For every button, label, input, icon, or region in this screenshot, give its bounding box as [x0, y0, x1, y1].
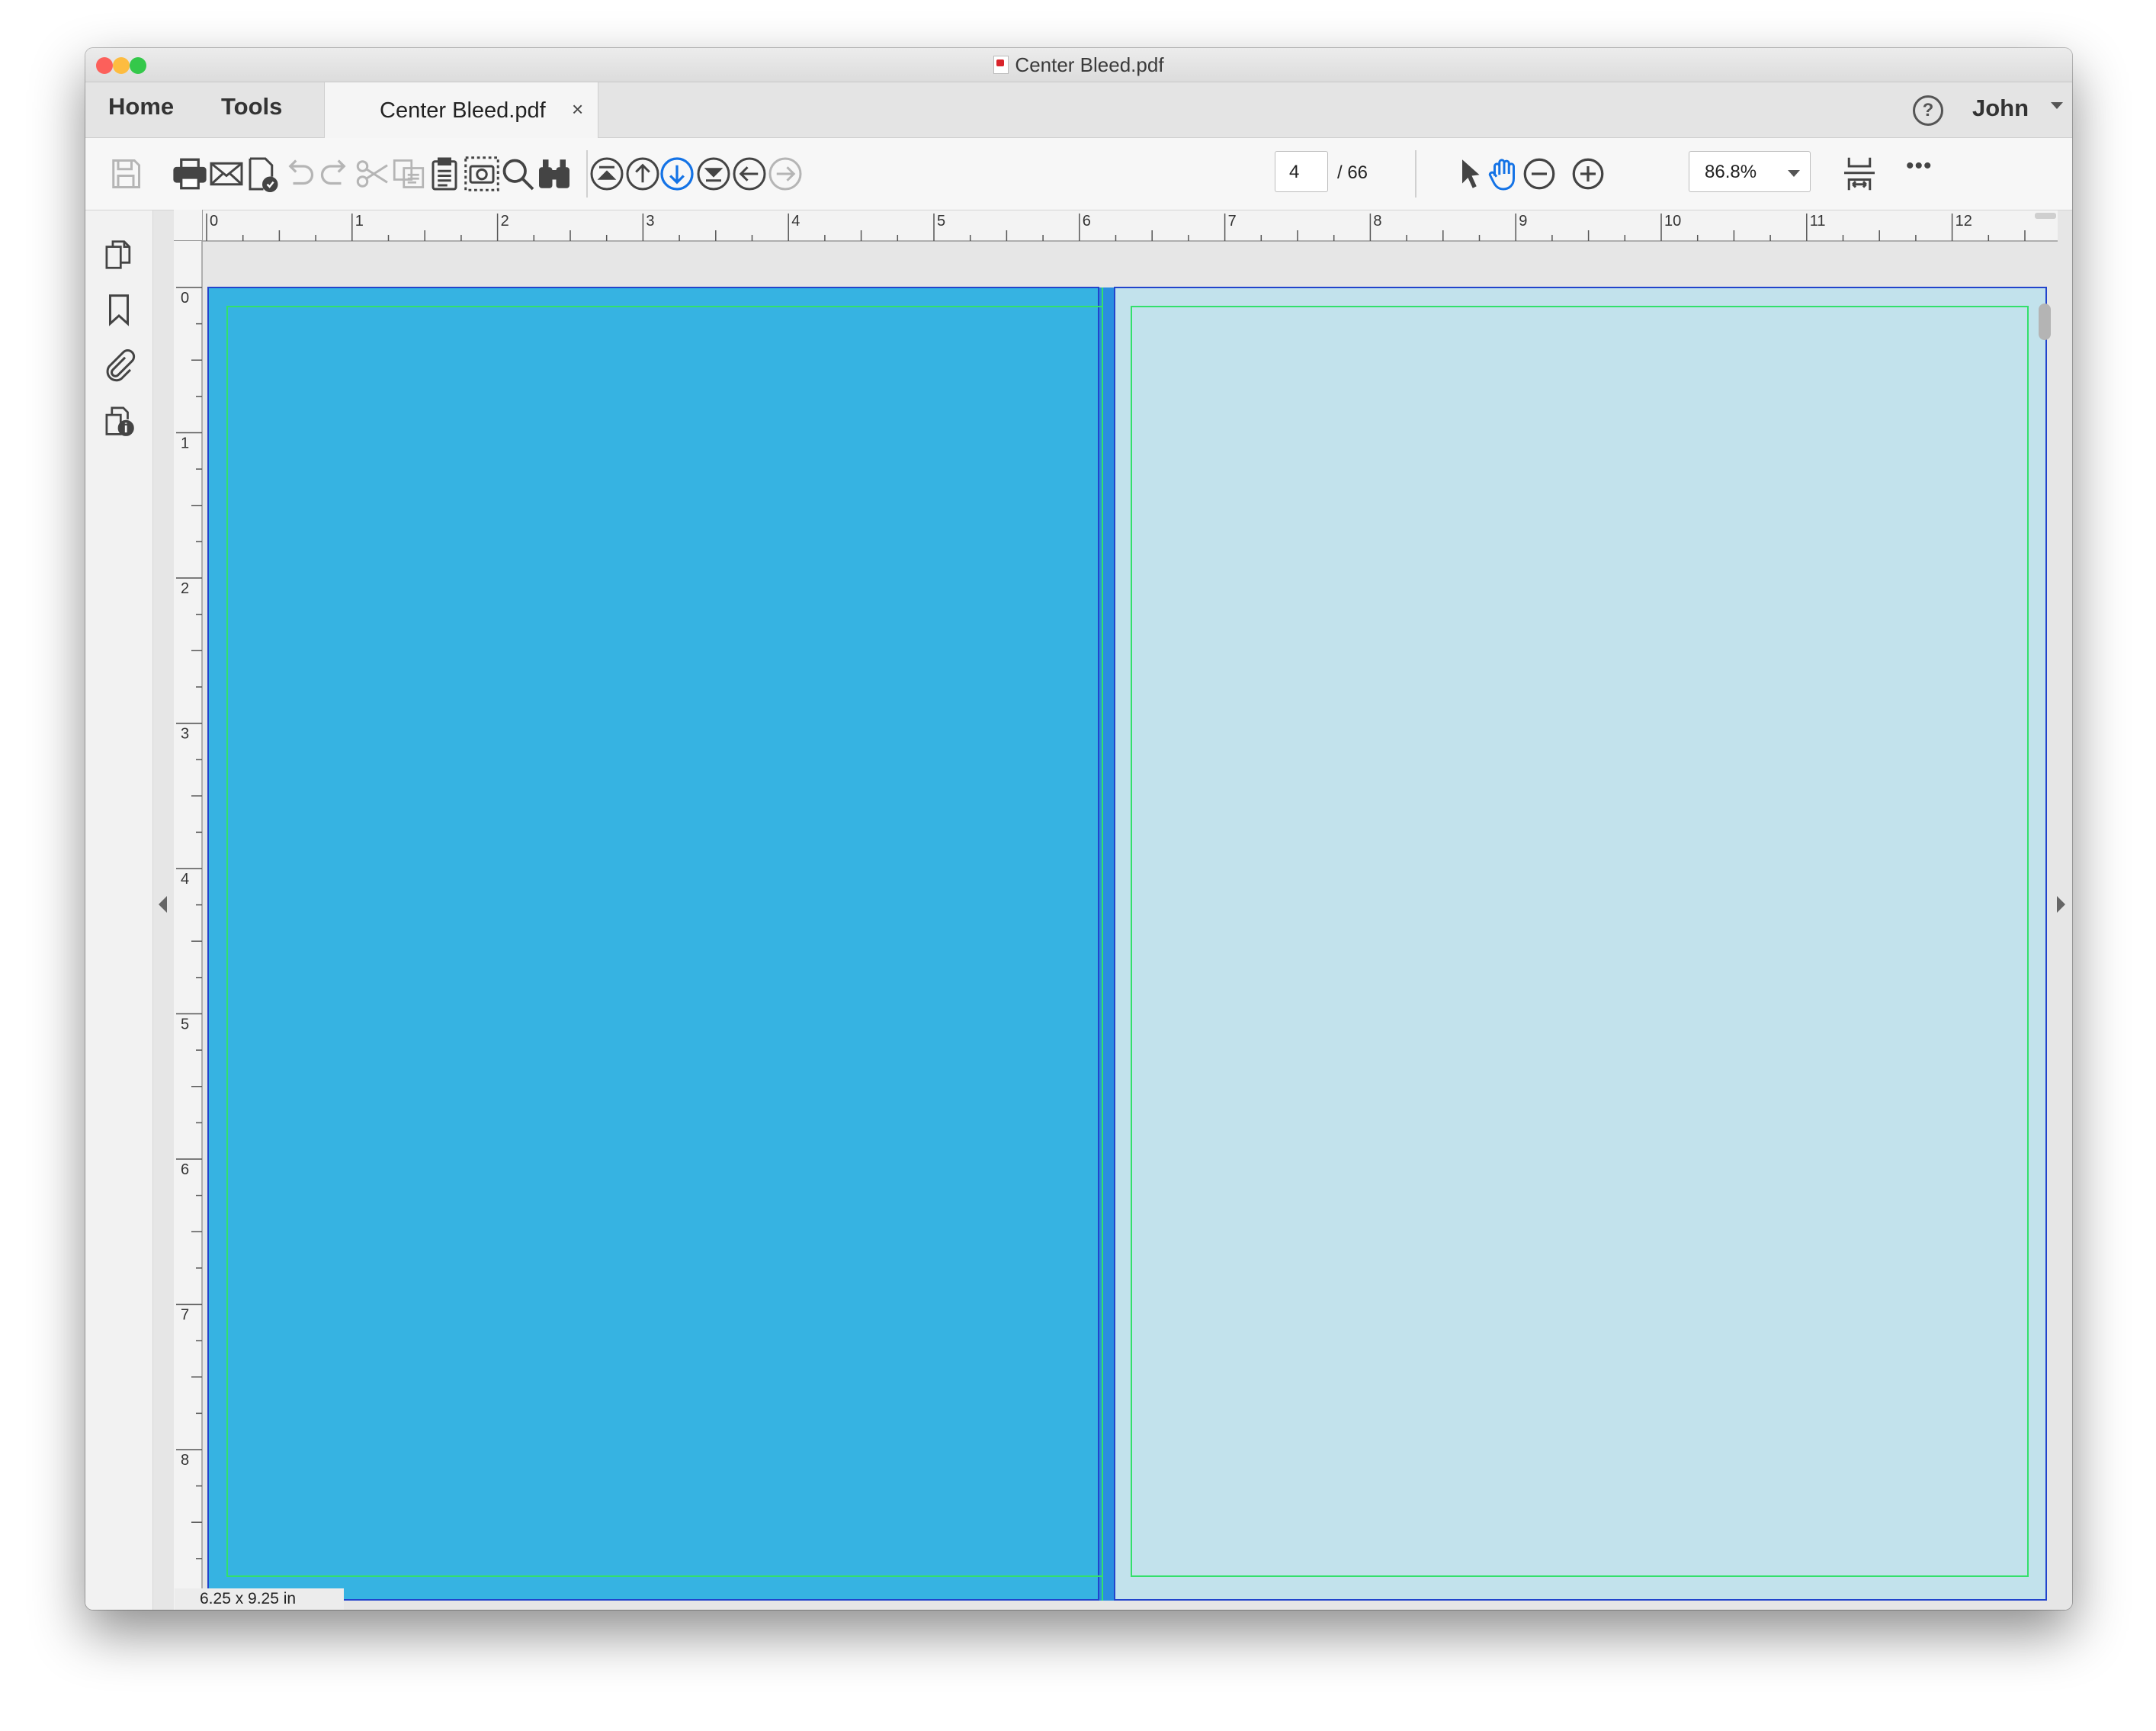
attachment-icon[interactable]	[101, 347, 136, 382]
right-page	[1107, 287, 2046, 1601]
more-icon[interactable]: •••	[1906, 153, 1944, 191]
zoom-out-icon[interactable]	[1520, 155, 1558, 193]
ruler-label: 8	[1373, 213, 1381, 230]
search-icon[interactable]	[499, 155, 537, 193]
ruler-label: 2	[181, 580, 189, 597]
ruler-label: 1	[181, 435, 189, 452]
ruler-label: 3	[181, 726, 189, 743]
tab-tools[interactable]: Tools	[221, 93, 282, 120]
title-bar: Center Bleed.pdf	[85, 48, 2072, 82]
previous-page-icon[interactable]	[624, 155, 662, 193]
fit-page-icon[interactable]	[1840, 155, 1878, 193]
ruler-label: 4	[181, 871, 189, 888]
collapse-left-pane-icon[interactable]	[159, 896, 167, 913]
ruler-label: 6	[181, 1161, 189, 1178]
horizontal-ruler-bg	[199, 210, 2058, 241]
email-icon[interactable]	[207, 155, 245, 193]
compare-icon[interactable]	[535, 155, 573, 193]
ruler-label: 6	[1083, 213, 1091, 230]
ruler-corner	[174, 210, 203, 241]
snapshot-icon[interactable]	[463, 155, 501, 193]
chevron-down-icon[interactable]	[2051, 102, 2063, 109]
tab-bar: Home Tools Center Bleed.pdf × ? John	[85, 82, 2072, 138]
ruler-label: 0	[210, 213, 218, 230]
spellcheck-icon[interactable]	[242, 155, 281, 193]
window-title-text: Center Bleed.pdf	[1015, 53, 1164, 76]
ruler-label: 10	[1664, 213, 1681, 230]
hand-icon[interactable]	[1485, 155, 1523, 193]
print-icon[interactable]	[171, 155, 209, 193]
next-page-icon[interactable]	[658, 155, 696, 193]
left-page	[207, 287, 1099, 1601]
select-icon[interactable]	[1451, 155, 1489, 193]
ruler-label: 12	[1955, 213, 1972, 230]
forward-icon[interactable]	[766, 155, 804, 193]
document-canvas[interactable]: 0123456789101112 0123456789	[153, 210, 2072, 1610]
ruler-label: 1	[355, 213, 364, 230]
ruler-label: 5	[937, 213, 945, 230]
user-name[interactable]: John	[1972, 95, 2029, 122]
app-window: Center Bleed.pdf Home Tools Center Bleed…	[85, 48, 2072, 1610]
page-number-input[interactable]: 4	[1275, 151, 1328, 192]
ruler-label: 7	[181, 1307, 189, 1324]
ruler-label: 5	[181, 1016, 189, 1033]
copy-icon[interactable]	[390, 155, 428, 193]
pdf-file-icon	[993, 56, 1009, 74]
zoom-in-icon[interactable]	[1569, 155, 1607, 193]
vertical-scrollbar-thumb[interactable]	[2039, 303, 2051, 340]
toolbar-divider	[1415, 150, 1416, 198]
last-page-icon[interactable]	[695, 155, 733, 193]
toolbar: 4 / 66 86.8% •••	[85, 138, 2072, 210]
first-page-icon[interactable]	[588, 155, 626, 193]
chevron-down-icon[interactable]	[1788, 170, 1800, 177]
ruler-label: 2	[501, 213, 509, 230]
tab-home[interactable]: Home	[108, 93, 174, 120]
cut-icon[interactable]	[353, 155, 391, 193]
close-tab-button[interactable]: ×	[572, 98, 583, 121]
ruler-label: 3	[646, 213, 654, 230]
ruler-label: 8	[181, 1452, 189, 1469]
redo-icon[interactable]	[316, 155, 355, 193]
paste-icon[interactable]	[425, 155, 464, 193]
tab-document[interactable]: Center Bleed.pdf ×	[324, 82, 598, 138]
document-viewer[interactable]: 0123456789101112 0123456789	[153, 210, 2072, 1610]
save-icon[interactable]	[107, 155, 145, 193]
ruler-label: 7	[1228, 213, 1237, 230]
page-total: / 66	[1337, 162, 1368, 183]
back-icon[interactable]	[730, 155, 768, 193]
window-title: Center Bleed.pdf	[85, 53, 2072, 77]
collapse-right-pane-icon[interactable]	[2057, 896, 2065, 913]
bookmark-icon[interactable]	[101, 292, 136, 327]
help-icon[interactable]: ?	[1913, 95, 1943, 126]
document-properties-icon[interactable]	[101, 403, 136, 438]
ruler-label: 11	[1810, 213, 1826, 230]
scrollbar-top[interactable]	[2035, 213, 2056, 219]
left-navigation-rail	[85, 210, 153, 1610]
document-tab-label: Center Bleed.pdf	[380, 98, 546, 123]
ruler-label: 4	[791, 213, 800, 230]
ruler-label: 9	[1519, 213, 1527, 230]
page-thumbnails-icon[interactable]	[101, 237, 136, 272]
ruler-label: 0	[181, 290, 189, 307]
undo-icon[interactable]	[280, 155, 318, 193]
center-bleed-spine	[1099, 287, 1115, 1601]
page-size-status: 6.25 x 9.25 in	[175, 1588, 344, 1610]
